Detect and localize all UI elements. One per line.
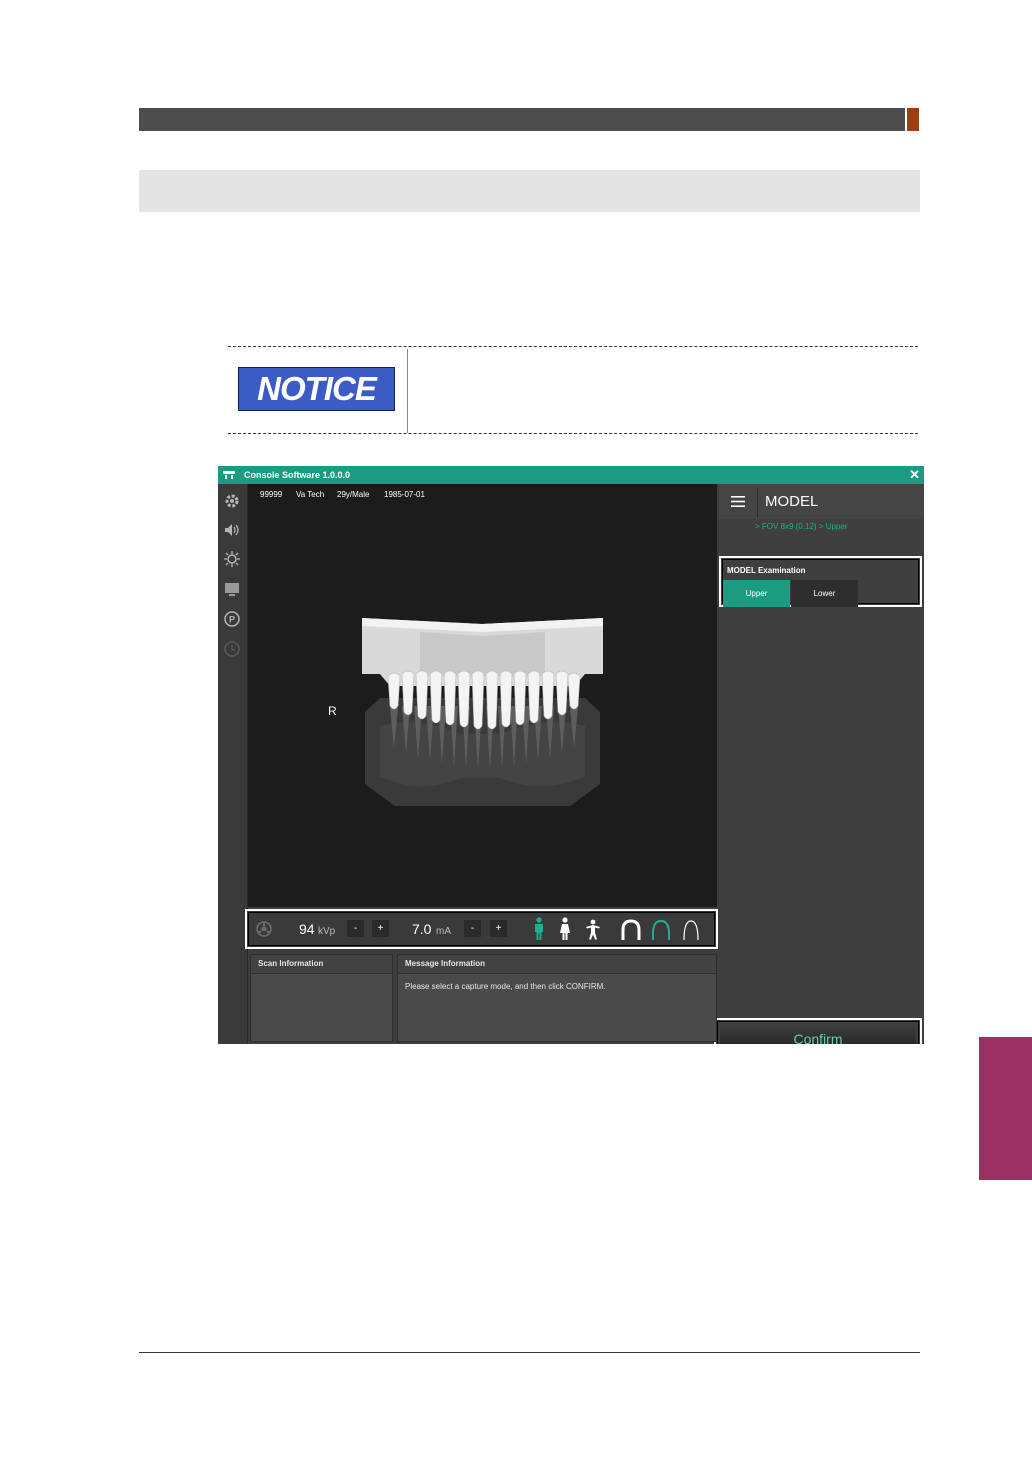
preset-p-icon[interactable]: P bbox=[221, 608, 243, 630]
hamburger-icon[interactable] bbox=[731, 496, 745, 507]
exposure-parameter-bar: 94 kVp - + 7.0 mA - + bbox=[245, 909, 718, 949]
menu-title: MODEL bbox=[765, 493, 819, 510]
ma-value: 7.0 bbox=[412, 921, 432, 937]
patient-name: Va Tech bbox=[296, 490, 325, 499]
laser-icon[interactable] bbox=[221, 548, 243, 570]
image-viewer: 99999 Va Tech 29y/Male 1985-07-01 R bbox=[248, 484, 717, 907]
confirm-button[interactable]: Confirm bbox=[720, 1024, 916, 1044]
title-bar: Console Software 1.0.0.0 ✕ bbox=[218, 466, 924, 484]
section-band bbox=[139, 170, 920, 212]
speaker-icon[interactable] bbox=[221, 519, 243, 541]
model-examination-group: MODEL Examination Upper Lower bbox=[719, 556, 922, 607]
settings-gear-icon[interactable] bbox=[221, 490, 243, 512]
confirm-highlight: Confirm bbox=[714, 1018, 922, 1044]
ma-increase-button[interactable]: + bbox=[490, 920, 507, 937]
console-software-window: Console Software 1.0.0.0 ✕ P 99999 Va Te… bbox=[218, 466, 924, 1044]
ma-unit: mA bbox=[436, 926, 451, 937]
header-accent bbox=[907, 108, 919, 131]
ma-decrease-button[interactable]: - bbox=[464, 920, 481, 937]
message-text: Please select a capture mode, and then c… bbox=[405, 982, 606, 991]
footer-rule bbox=[139, 1352, 920, 1353]
monitor-icon[interactable] bbox=[221, 578, 243, 600]
svg-text:P: P bbox=[229, 615, 235, 625]
kvp-unit: kVp bbox=[318, 926, 336, 937]
exam-label: MODEL Examination bbox=[727, 566, 806, 575]
patient-id: 99999 bbox=[260, 490, 283, 499]
kvp-increase-button[interactable]: + bbox=[372, 920, 389, 937]
chapter-side-tab bbox=[979, 1037, 1032, 1180]
lower-button[interactable]: Lower bbox=[791, 580, 858, 607]
breadcrumb: > FOV 8x9 (0.12) > Upper bbox=[755, 522, 848, 531]
orientation-mark: R bbox=[328, 704, 337, 718]
patient-age-sex: 29y/Male bbox=[337, 490, 370, 499]
arch-normal-icon[interactable] bbox=[650, 919, 672, 941]
clock-icon[interactable] bbox=[221, 638, 243, 660]
app-title: Console Software 1.0.0.0 bbox=[244, 470, 351, 480]
app-logo-icon bbox=[223, 471, 235, 479]
notice-top-rule bbox=[228, 346, 918, 347]
notice-bottom-rule bbox=[228, 433, 918, 434]
notice-badge: NOTICE bbox=[238, 367, 395, 411]
notice-divider bbox=[407, 349, 408, 433]
scan-information-title: Scan Information bbox=[251, 955, 392, 974]
kvp-decrease-button[interactable]: - bbox=[347, 920, 364, 937]
scan-information-panel: Scan Information bbox=[250, 954, 393, 1042]
arch-narrow-icon[interactable] bbox=[680, 919, 702, 941]
adult-male-icon[interactable] bbox=[532, 917, 546, 941]
kvp-value: 94 bbox=[299, 921, 315, 937]
adult-female-icon[interactable] bbox=[558, 917, 572, 941]
close-icon[interactable]: ✕ bbox=[909, 467, 920, 483]
right-panel: MODEL > FOV 8x9 (0.12) > Upper MODEL Exa… bbox=[714, 484, 924, 1044]
arch-wide-icon[interactable] bbox=[620, 919, 642, 941]
xray-emitter-icon bbox=[256, 921, 272, 937]
menu-separator bbox=[757, 488, 758, 518]
left-toolbar: P bbox=[218, 484, 248, 1044]
message-information-panel: Message Information Please select a capt… bbox=[397, 954, 717, 1042]
menu-header: MODEL bbox=[719, 484, 924, 519]
patient-dob: 1985-07-01 bbox=[384, 490, 425, 499]
upper-button[interactable]: Upper bbox=[723, 580, 790, 607]
child-icon[interactable] bbox=[584, 919, 602, 941]
message-information-title: Message Information bbox=[398, 955, 716, 974]
header-bar bbox=[139, 108, 905, 131]
dental-model-illustration bbox=[362, 618, 603, 806]
